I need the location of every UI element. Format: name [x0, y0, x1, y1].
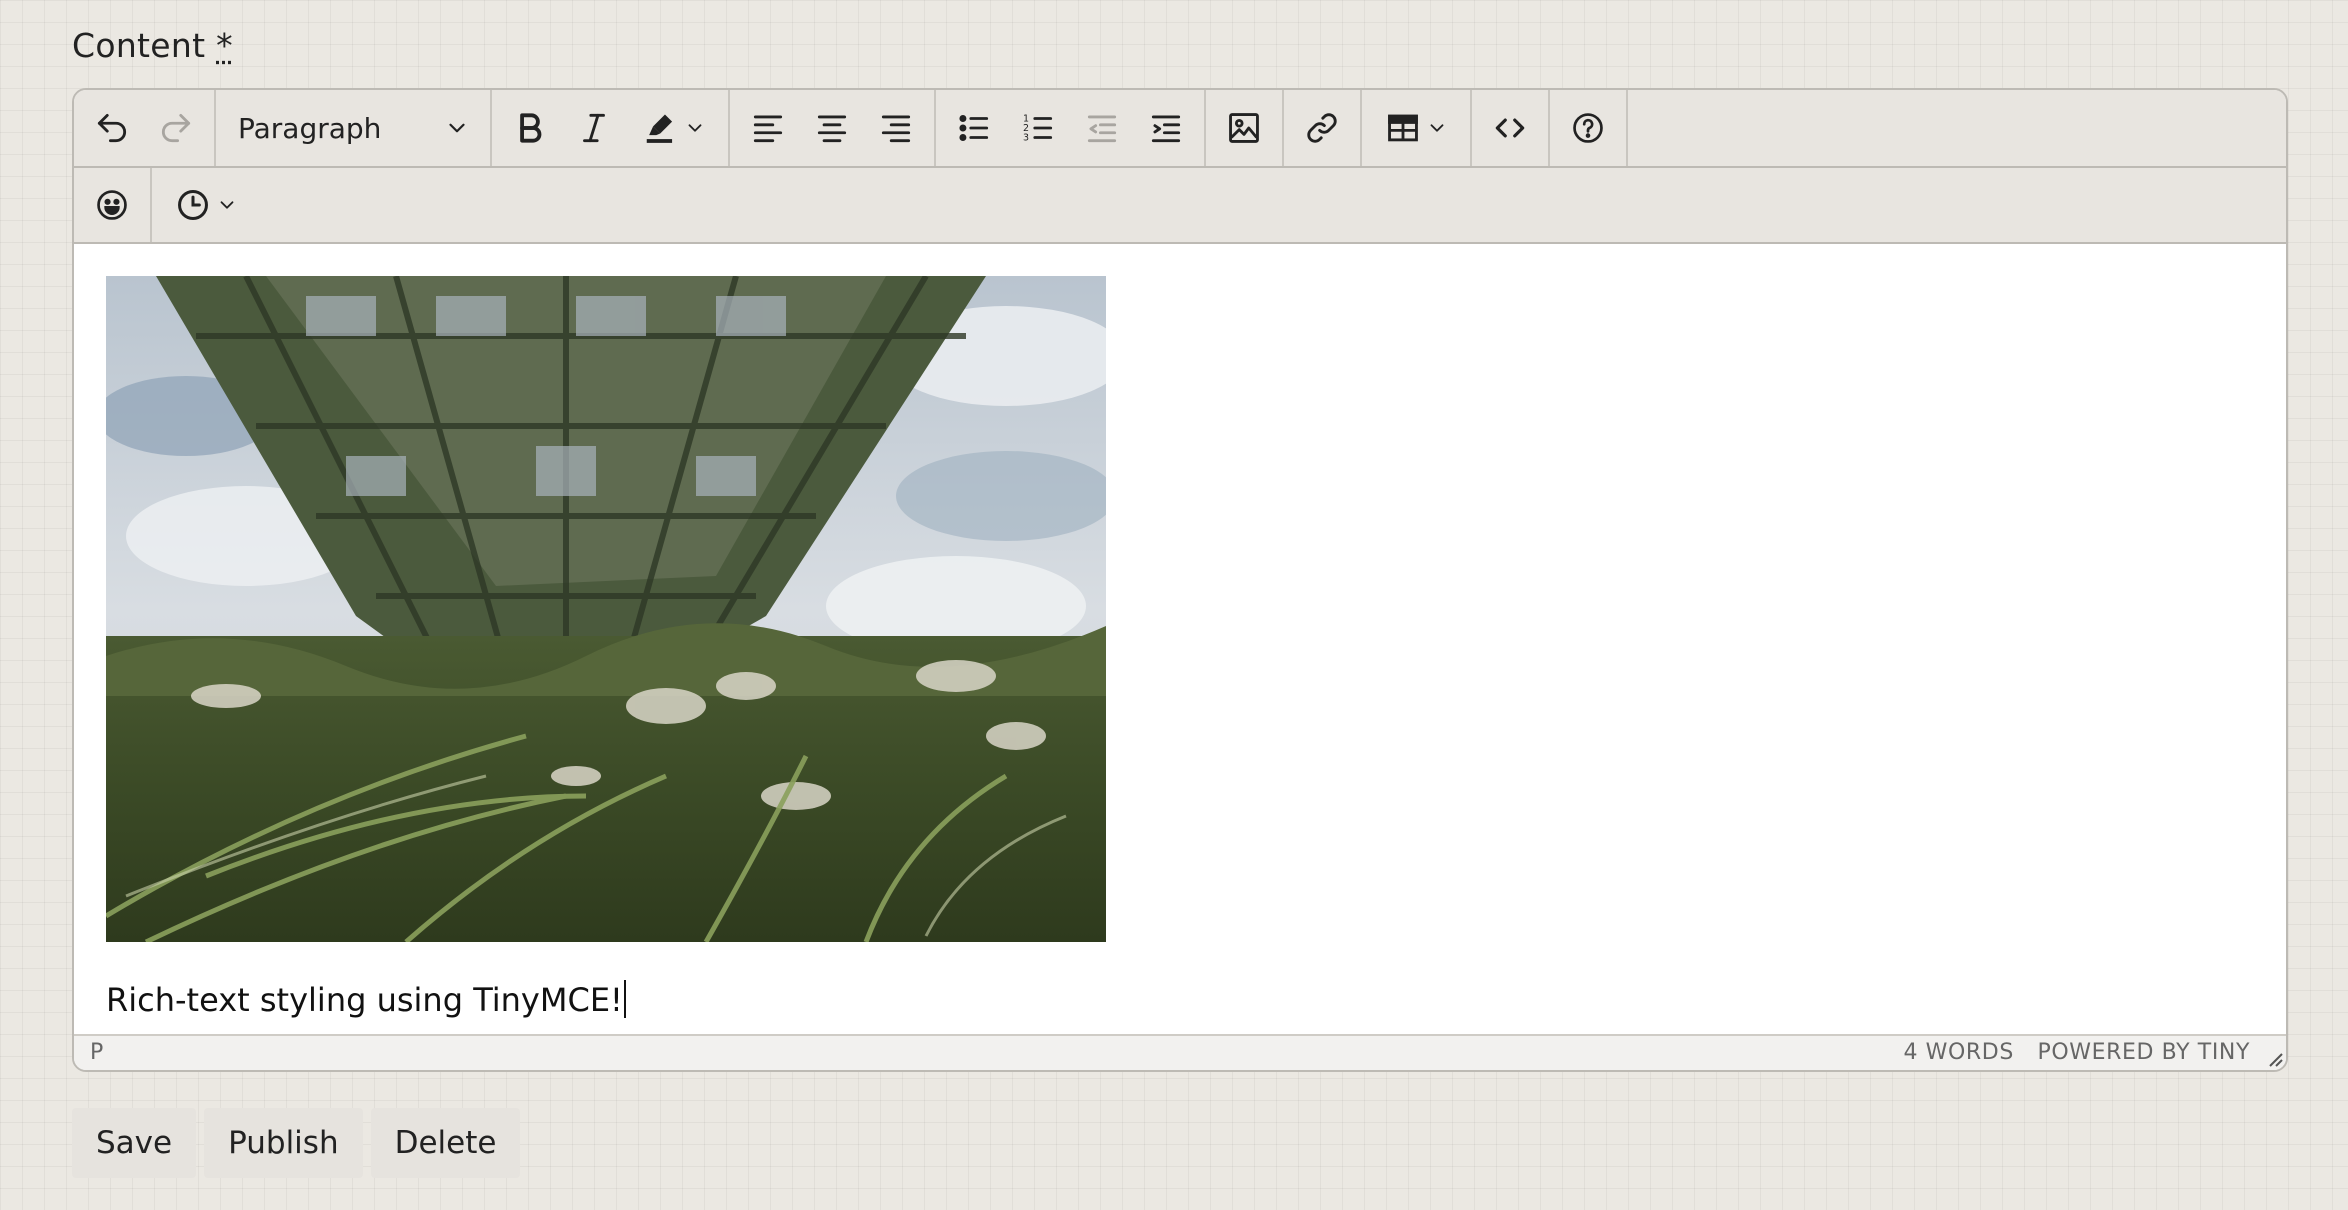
paragraph-text: Rich-text styling using TinyMCE!	[106, 981, 623, 1019]
toolbar-primary: Paragraph 1 2 3	[74, 90, 2286, 168]
link-group	[1284, 90, 1362, 166]
italic-icon	[583, 113, 605, 143]
block-format-group: Paragraph	[216, 90, 492, 166]
outdent-icon	[1087, 115, 1117, 143]
toolbar-secondary	[74, 168, 2286, 244]
branding-link[interactable]: POWERED BY TINY	[2038, 1040, 2251, 1065]
indent-icon	[1151, 115, 1181, 143]
insert-image-button[interactable]	[1212, 98, 1276, 158]
required-mark: *	[216, 26, 233, 65]
code-icon	[1495, 118, 1525, 138]
chevron-down-icon	[1430, 124, 1444, 132]
emoji-button[interactable]	[80, 175, 144, 235]
emoji-icon	[97, 190, 127, 220]
rich-text-editor: Paragraph 1 2 3 Rich-text styling using …	[72, 88, 2288, 1072]
image-icon	[1229, 113, 1259, 143]
inserted-image[interactable]	[106, 276, 1106, 942]
align-right-button[interactable]	[864, 98, 928, 158]
insert-link-button[interactable]	[1290, 98, 1354, 158]
bullet-list-icon	[959, 115, 989, 141]
table-icon	[1388, 114, 1418, 142]
element-path[interactable]: P	[90, 1040, 103, 1065]
bridge-photo	[106, 276, 1106, 942]
editor-content-area[interactable]: Rich-text styling using TinyMCE!	[74, 244, 2286, 1034]
highlight-color-button[interactable]	[626, 98, 722, 158]
svg-text:3: 3	[1023, 133, 1029, 144]
undo-icon	[97, 113, 127, 143]
indent-button[interactable]	[1134, 98, 1198, 158]
italic-button[interactable]	[562, 98, 626, 158]
help-icon	[1573, 113, 1603, 143]
emoji-group	[74, 168, 152, 242]
form-actions: Save Publish Delete	[72, 1108, 521, 1178]
align-right-icon	[881, 115, 911, 143]
text-caret	[623, 980, 626, 1018]
align-center-icon	[817, 115, 847, 143]
datetime-group	[152, 168, 260, 242]
numbered-list-button[interactable]: 123	[1006, 98, 1070, 158]
align-left-icon	[753, 115, 783, 143]
block-format-value: Paragraph	[238, 111, 382, 145]
chevron-down-icon	[688, 124, 702, 132]
editor-statusbar: P 4 WORDS POWERED BY TINY	[74, 1034, 2286, 1070]
redo-icon	[161, 113, 191, 143]
block-format-select[interactable]: Paragraph	[222, 98, 484, 158]
publish-button[interactable]: Publish	[204, 1108, 363, 1178]
bold-icon	[520, 113, 542, 143]
clock-icon	[178, 190, 208, 220]
link-icon	[1307, 113, 1337, 143]
align-center-button[interactable]	[800, 98, 864, 158]
align-left-button[interactable]	[736, 98, 800, 158]
chevron-down-icon	[449, 123, 465, 133]
formatting-group	[492, 90, 730, 166]
chevron-down-icon	[220, 201, 234, 209]
insert-datetime-button[interactable]	[158, 175, 254, 235]
history-group	[74, 90, 216, 166]
alignment-group	[730, 90, 936, 166]
outdent-button[interactable]	[1070, 98, 1134, 158]
word-count[interactable]: 4 WORDS	[1903, 1040, 2013, 1065]
help-group	[1550, 90, 1628, 166]
highlight-icon	[646, 114, 673, 143]
insert-table-button[interactable]	[1368, 98, 1464, 158]
source-code-button[interactable]	[1478, 98, 1542, 158]
content-paragraph[interactable]: Rich-text styling using TinyMCE!	[106, 980, 626, 1019]
bold-button[interactable]	[498, 98, 562, 158]
code-group	[1472, 90, 1550, 166]
save-button[interactable]: Save	[72, 1108, 197, 1178]
field-label: Content *	[72, 26, 233, 65]
numbered-list-icon: 123	[1023, 114, 1053, 144]
statusbar-right: 4 WORDS POWERED BY TINY	[1903, 1040, 2250, 1065]
field-label-text: Content	[72, 26, 206, 65]
help-button[interactable]	[1556, 98, 1620, 158]
delete-button[interactable]: Delete	[370, 1108, 521, 1178]
redo-button[interactable]	[144, 98, 208, 158]
bullet-list-button[interactable]	[942, 98, 1006, 158]
list-group: 123	[936, 90, 1206, 166]
undo-button[interactable]	[80, 98, 144, 158]
image-group	[1206, 90, 1284, 166]
table-group	[1362, 90, 1472, 166]
resize-handle-icon[interactable]	[2264, 1048, 2284, 1068]
